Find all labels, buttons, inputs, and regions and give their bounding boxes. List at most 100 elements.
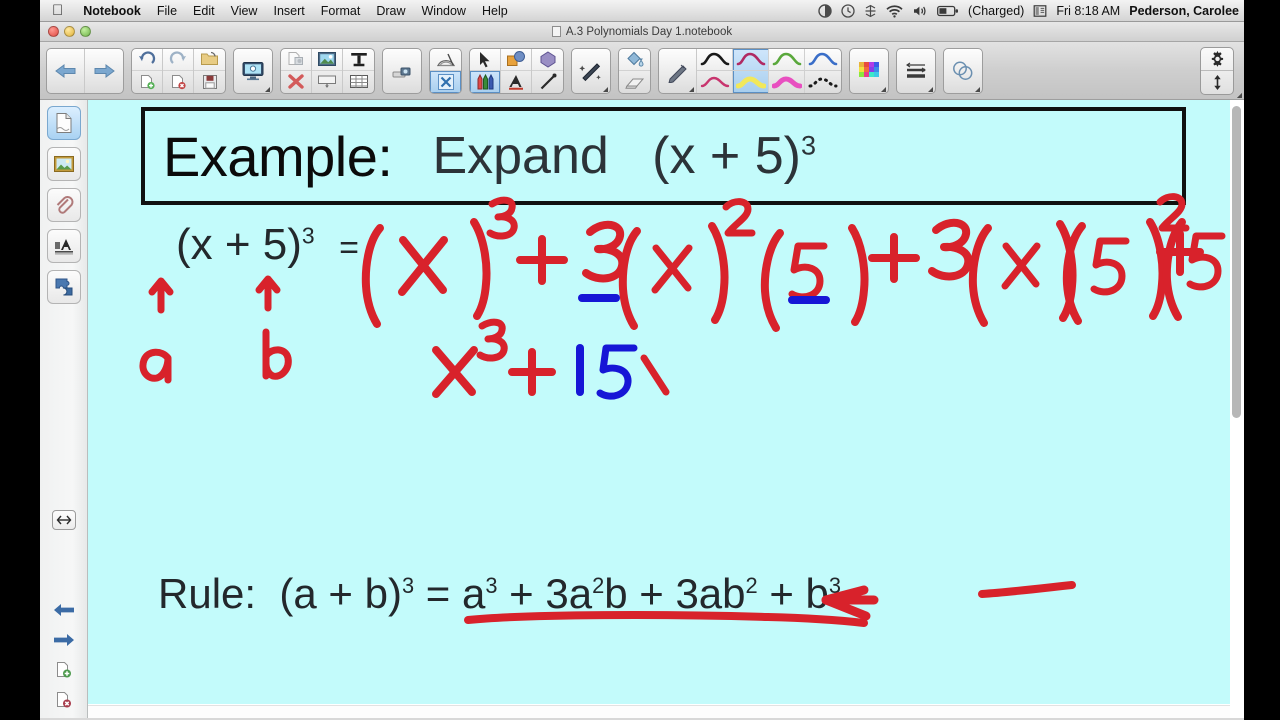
paint-bucket-button[interactable]: [619, 49, 650, 71]
delete-page-button[interactable]: [163, 71, 193, 93]
add-page-icon[interactable]: [51, 658, 77, 682]
save-button[interactable]: [194, 71, 225, 93]
menu-item-insert[interactable]: Insert: [265, 4, 312, 18]
screen-capture-dropdown-arrow[interactable]: [265, 86, 270, 92]
canvas-vertical-scrollbar[interactable]: [1231, 102, 1242, 702]
pen-tool-button[interactable]: [659, 48, 697, 93]
time-machine-icon[interactable]: [841, 0, 855, 22]
sidebar-item-attachments[interactable]: [46, 188, 81, 222]
eraser-button[interactable]: [619, 71, 650, 93]
pen-style-magenta-selected[interactable]: [733, 48, 769, 71]
menu-item-view[interactable]: View: [223, 4, 266, 18]
minimize-button[interactable]: [64, 26, 75, 37]
volume-icon[interactable]: [912, 0, 928, 22]
line-properties-dropdown-arrow[interactable]: [928, 86, 933, 92]
screen-capture-button[interactable]: [234, 49, 272, 93]
window-titlebar[interactable]: A.3 Polynomials Day 1.notebook: [40, 22, 1244, 42]
magic-pen-dropdown-arrow[interactable]: [603, 86, 608, 92]
macos-menu-bar:  Notebook File Edit View Insert Format …: [0, 0, 1280, 22]
insert-text-button[interactable]: [343, 49, 374, 71]
close-button[interactable]: [48, 26, 59, 37]
canvas-area[interactable]: Example: Expand (x + 5)3 (x + 5)3 = Rule…: [88, 100, 1244, 718]
current-user-label[interactable]: Pederson, Carolee: [1129, 4, 1239, 18]
canvas-horizontal-scrollbar[interactable]: [88, 705, 1230, 718]
clear-page-button[interactable]: [281, 49, 311, 71]
side-panel-tabs: [40, 100, 88, 718]
example-title-box[interactable]: Example: Expand (x + 5)3: [141, 107, 1186, 205]
pen-style-green[interactable]: [769, 48, 805, 71]
redo-button[interactable]: [163, 49, 193, 71]
move-toolbar-arrows-icon[interactable]: [1201, 71, 1233, 94]
ink-label-a: [139, 348, 172, 384]
rule-plus-1: +: [509, 570, 534, 617]
sidebar-item-properties[interactable]: [46, 229, 81, 263]
screen-record-icon[interactable]: [818, 0, 832, 22]
transparency-dropdown-arrow[interactable]: [975, 86, 980, 92]
select-arrow-button[interactable]: [470, 49, 500, 71]
work-lhs-exponent: 3: [301, 222, 315, 249]
measurement-tools-button[interactable]: [430, 49, 1242, 98]
apple-logo-icon[interactable]: : [52, 3, 63, 18]
delete-selection-button[interactable]: [281, 71, 311, 93]
menu-item-file[interactable]: File: [149, 4, 185, 18]
ink-open-paren-1: [361, 224, 384, 328]
pen-tool-dropdown-arrow[interactable]: [689, 86, 694, 92]
rule-lhs-base: (a + b): [279, 570, 402, 617]
next-page-button[interactable]: [85, 49, 123, 93]
ink-open-paren-5: [1062, 222, 1086, 325]
menu-item-edit[interactable]: Edit: [185, 4, 223, 18]
transparency-button[interactable]: [944, 49, 982, 93]
sidebar-item-gallery[interactable]: [46, 147, 81, 181]
main-toolbar: [40, 42, 1244, 100]
rule-term-a3: a3: [461, 570, 498, 617]
sidebar-item-page-sorter[interactable]: [46, 106, 81, 140]
text-tool-button[interactable]: [501, 71, 531, 93]
toolbar-group-line-properties: [896, 47, 936, 94]
pen-style-dashed[interactable]: [805, 71, 841, 93]
battery-icon[interactable]: [937, 0, 959, 22]
ink-blue-five: [596, 344, 638, 400]
wifi-icon[interactable]: [886, 0, 903, 22]
auto-hide-toggle[interactable]: [51, 510, 76, 530]
rule-term-3a2b: 3a2b: [545, 570, 628, 617]
sidebar-item-add-ons[interactable]: [46, 270, 81, 304]
menu-item-help[interactable]: Help: [474, 4, 516, 18]
line-properties-button[interactable]: [897, 49, 935, 93]
input-source-icon[interactable]: [1033, 0, 1047, 22]
menu-bar-clock[interactable]: Fri 8:18 AM: [1056, 4, 1120, 18]
canvas-vertical-scroll-thumb[interactable]: [1232, 106, 1241, 418]
menu-item-window[interactable]: Window: [414, 4, 474, 18]
insert-screen-shade-button[interactable]: [312, 71, 342, 93]
menu-item-notebook[interactable]: Notebook: [75, 4, 149, 18]
document-camera-button[interactable]: [383, 49, 421, 93]
menu-item-draw[interactable]: Draw: [368, 4, 413, 18]
close-tool-button[interactable]: [430, 70, 461, 93]
line-tool-button[interactable]: [532, 71, 563, 93]
new-page-button[interactable]: [132, 71, 162, 93]
pen-style-yellow-highlighter[interactable]: [733, 70, 769, 93]
delete-page-icon[interactable]: [51, 688, 77, 712]
color-palette-dropdown-arrow[interactable]: [881, 86, 886, 92]
menu-item-format[interactable]: Format: [313, 4, 369, 18]
previous-page-button[interactable]: [47, 48, 85, 93]
magic-pen-button[interactable]: [572, 49, 610, 93]
previous-page-arrow-icon[interactable]: [51, 598, 77, 622]
insert-table-button[interactable]: [343, 71, 1242, 98]
pens-button[interactable]: [470, 70, 500, 93]
undo-button[interactable]: [132, 49, 162, 71]
pen-style-black[interactable]: [697, 48, 733, 71]
shape-fill-button[interactable]: [532, 49, 563, 71]
color-palette-button[interactable]: [850, 49, 888, 93]
battery-status-label: (Charged): [968, 3, 1025, 18]
slide-canvas[interactable]: Example: Expand (x + 5)3 (x + 5)3 = Rule…: [88, 100, 1230, 704]
open-file-button[interactable]: [194, 49, 225, 71]
pen-style-red[interactable]: [697, 70, 733, 93]
insert-image-button[interactable]: [312, 49, 342, 71]
shapes-button[interactable]: [501, 49, 531, 71]
zoom-button[interactable]: [80, 26, 91, 37]
dropbox-icon[interactable]: [864, 0, 877, 22]
pen-style-blue[interactable]: [805, 49, 841, 71]
next-page-arrow-icon[interactable]: [51, 628, 77, 652]
customize-toolbar-gear-icon[interactable]: [1201, 48, 1233, 71]
pen-style-pink-highlighter[interactable]: [769, 70, 805, 93]
